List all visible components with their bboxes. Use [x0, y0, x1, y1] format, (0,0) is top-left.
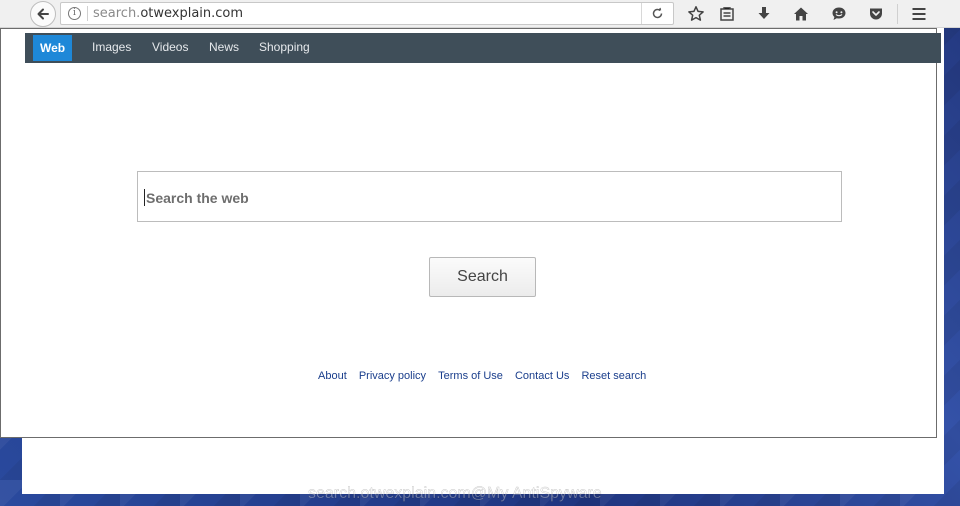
url-text[interactable]: search.otwexplain.com [93, 5, 243, 22]
footer-link-terms-of-use[interactable]: Terms of Use [438, 370, 503, 382]
arrow-left-icon [37, 8, 49, 20]
footer-link-privacy-policy[interactable]: Privacy policy [359, 370, 426, 382]
menu-button[interactable] [908, 3, 930, 25]
search-input[interactable] [144, 172, 838, 223]
nav-tab-videos[interactable]: Videos [152, 33, 188, 63]
search-button[interactable]: Search [429, 257, 536, 297]
downloads-button[interactable] [753, 3, 775, 25]
url-bar[interactable]: i search.otwexplain.com [60, 2, 674, 25]
download-arrow-icon [758, 7, 770, 19]
bookmark-star-button[interactable] [685, 3, 707, 25]
toolbar-divider [897, 4, 898, 24]
url-subdomain: search. [93, 6, 141, 21]
footer-link-reset-search[interactable]: Reset search [581, 370, 646, 382]
nav-tab-shopping[interactable]: Shopping [259, 33, 310, 63]
browser-toolbar: i search.otwexplain.com [0, 0, 960, 28]
nav-tab-images[interactable]: Images [92, 33, 131, 63]
pocket-icon [870, 8, 882, 20]
watermark-text: search.otwexplain.com@My AntiSpyware [308, 485, 602, 502]
category-nav: Web Images Videos News Shopping [25, 33, 941, 63]
hamburger-menu-icon [912, 8, 926, 20]
clipboard-icon [720, 7, 734, 21]
reload-icon [652, 7, 663, 19]
footer-links: About Privacy policy Terms of Use Contac… [318, 370, 655, 382]
nav-tab-news[interactable]: News [209, 33, 239, 63]
search-box [137, 171, 842, 223]
home-icon [794, 7, 808, 21]
home-button[interactable] [790, 3, 812, 25]
url-domain: otwexplain.com [140, 6, 244, 21]
reading-list-button[interactable] [716, 3, 738, 25]
footer-link-contact-us[interactable]: Contact Us [515, 370, 569, 382]
back-button[interactable] [30, 1, 56, 27]
footer-link-about[interactable]: About [318, 370, 347, 382]
reload-button[interactable] [641, 3, 673, 24]
chat-face-icon [832, 7, 846, 20]
url-separator [87, 6, 88, 21]
pocket-button[interactable] [865, 3, 887, 25]
text-caret [144, 189, 145, 206]
star-icon [688, 6, 704, 21]
nav-tab-web[interactable]: Web [33, 35, 73, 61]
info-icon[interactable]: i [68, 7, 81, 20]
chat-button[interactable] [828, 3, 850, 25]
